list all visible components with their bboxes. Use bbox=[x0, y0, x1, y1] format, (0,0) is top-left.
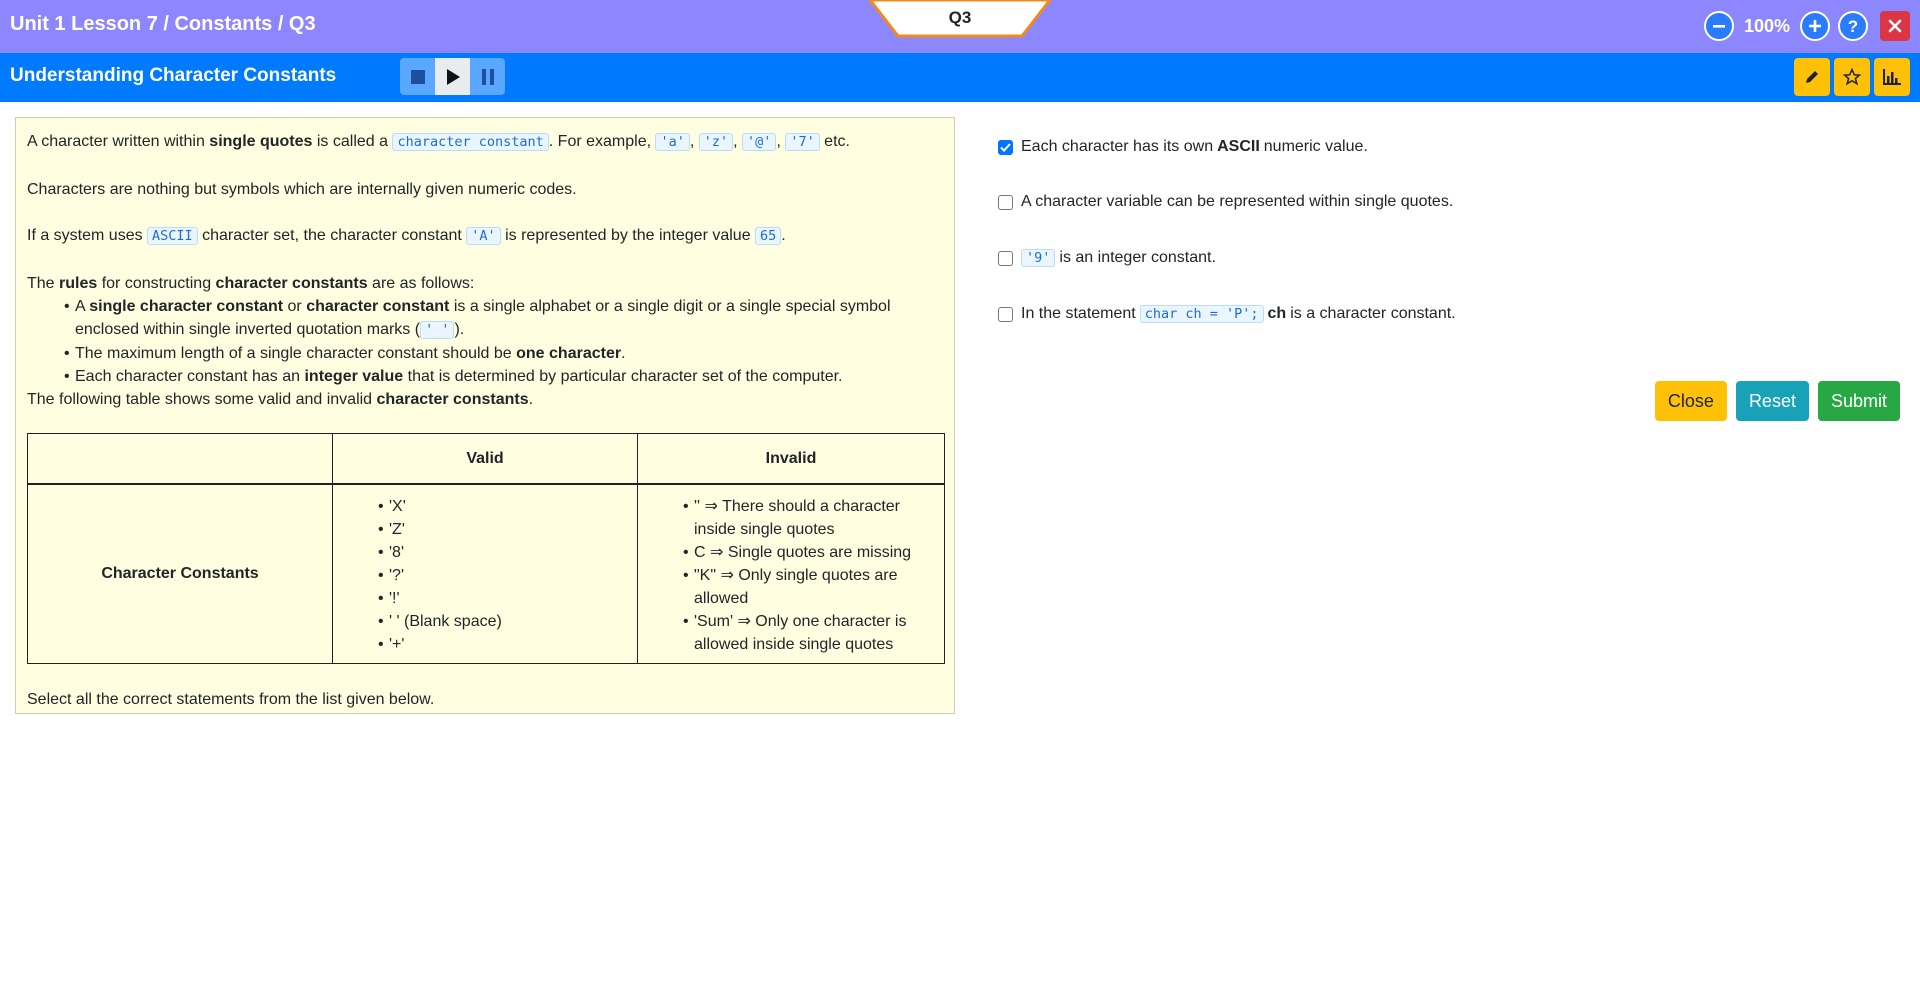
zoom-level: 100% bbox=[1743, 15, 1790, 36]
question-tab[interactable]: Q3 bbox=[868, 0, 1052, 38]
question-icon[interactable]: ? bbox=[1838, 11, 1868, 41]
list-item: C ⇒ Single quotes are missing bbox=[683, 541, 932, 564]
right-tools bbox=[1794, 58, 1910, 96]
play-icon[interactable] bbox=[435, 58, 470, 95]
pause-icon[interactable] bbox=[470, 58, 505, 95]
option-2[interactable]: A character variable can be represented … bbox=[998, 193, 1453, 211]
submit-button[interactable]: Submit bbox=[1817, 381, 1900, 421]
option-4[interactable]: In the statement char ch = 'P'; ch is a … bbox=[998, 305, 1456, 323]
instruction-text: Select all the correct statements from t… bbox=[27, 690, 435, 708]
code-9: '9' bbox=[1021, 249, 1056, 267]
code-ascii: ASCII bbox=[147, 227, 198, 245]
close-icon[interactable] bbox=[1880, 11, 1910, 41]
checkbox[interactable] bbox=[998, 306, 1013, 322]
list-item: 'Z' bbox=[378, 518, 637, 541]
list-item: 'X' bbox=[378, 495, 637, 518]
minus-circle-icon[interactable] bbox=[1703, 11, 1734, 41]
reset-button[interactable]: Reset bbox=[1735, 381, 1809, 421]
close-button[interactable]: Close bbox=[1654, 381, 1727, 421]
code-statement: char ch = 'P'; bbox=[1139, 305, 1264, 323]
header-tools: 100% ? bbox=[1703, 10, 1910, 42]
checkbox[interactable] bbox=[998, 194, 1013, 210]
lesson-card: A character written within single quotes… bbox=[15, 117, 955, 714]
rules-list: A single character constant or character… bbox=[27, 295, 943, 388]
list-item: '!' bbox=[378, 587, 637, 610]
media-controls bbox=[400, 58, 505, 95]
table-row: Character Constants 'X' 'Z' '8' '?' '!' … bbox=[27, 483, 945, 664]
question-tab-label: Q3 bbox=[948, 8, 972, 27]
code-term: character constant bbox=[392, 133, 549, 151]
table-header: Invalid bbox=[637, 433, 945, 485]
paragraph-5: The following table shows some valid and… bbox=[27, 391, 534, 408]
breadcrumb: Unit 1 Lesson 7 / Constants / Q3 bbox=[10, 13, 316, 35]
code-example: 'z' bbox=[698, 133, 734, 151]
list-item: ' ' (Blank space) bbox=[378, 610, 637, 633]
code-65: 65 bbox=[755, 227, 782, 245]
invalid-cell: '' ⇒ There should a character inside sin… bbox=[637, 483, 945, 664]
stop-icon[interactable] bbox=[400, 58, 435, 95]
table-header bbox=[27, 433, 333, 485]
list-item: '?' bbox=[378, 564, 637, 587]
pencil-icon[interactable] bbox=[1794, 58, 1830, 96]
constants-table: Valid Invalid Character Constants 'X' 'Z… bbox=[27, 433, 945, 664]
action-buttons: Close Reset Submit bbox=[1654, 381, 1900, 421]
paragraph-3: If a system uses ASCII character set, th… bbox=[27, 227, 786, 245]
paragraph-2: Characters are nothing but symbols which… bbox=[27, 181, 577, 198]
list-item: '8' bbox=[378, 541, 637, 564]
plus-circle-icon[interactable] bbox=[1800, 11, 1830, 41]
sub-bar: Understanding Character Constants bbox=[0, 53, 1920, 102]
code-example: 'a' bbox=[655, 133, 690, 151]
checkbox[interactable] bbox=[998, 250, 1013, 266]
star-icon[interactable] bbox=[1834, 58, 1870, 96]
option-3[interactable]: '9' is an integer constant. bbox=[998, 249, 1216, 267]
list-item: '+' bbox=[378, 633, 637, 656]
list-item: "K" ⇒ Only single quotes are allowed bbox=[683, 564, 932, 610]
row-label: Character Constants bbox=[27, 483, 333, 664]
code-example: '7' bbox=[785, 133, 820, 151]
table-header: Valid bbox=[332, 433, 638, 485]
option-1[interactable]: Each character has its own ASCII numeric… bbox=[998, 138, 1368, 156]
paragraph-4: The rules for constructing character con… bbox=[27, 275, 475, 292]
code-example: '@' bbox=[742, 133, 777, 151]
list-item: '' ⇒ There should a character inside sin… bbox=[683, 495, 932, 541]
valid-cell: 'X' 'Z' '8' '?' '!' ' ' (Blank space) '+… bbox=[332, 483, 638, 664]
list-item: The maximum length of a single character… bbox=[64, 342, 943, 365]
list-item: A single character constant or character… bbox=[64, 295, 943, 342]
list-item: Each character constant has an integer v… bbox=[64, 365, 943, 388]
page-title: Understanding Character Constants bbox=[10, 65, 337, 86]
checkbox-checked[interactable] bbox=[998, 139, 1013, 155]
paragraph-1: A character written within single quotes… bbox=[27, 133, 850, 151]
bar-chart-icon[interactable] bbox=[1874, 58, 1910, 96]
code-a: 'A' bbox=[466, 227, 501, 245]
top-bar: Unit 1 Lesson 7 / Constants / Q3 Q3 100%… bbox=[0, 0, 1920, 53]
code-quotes: ' ' bbox=[420, 321, 455, 339]
list-item: 'Sum' ⇒ Only one character is allowed in… bbox=[683, 610, 932, 656]
